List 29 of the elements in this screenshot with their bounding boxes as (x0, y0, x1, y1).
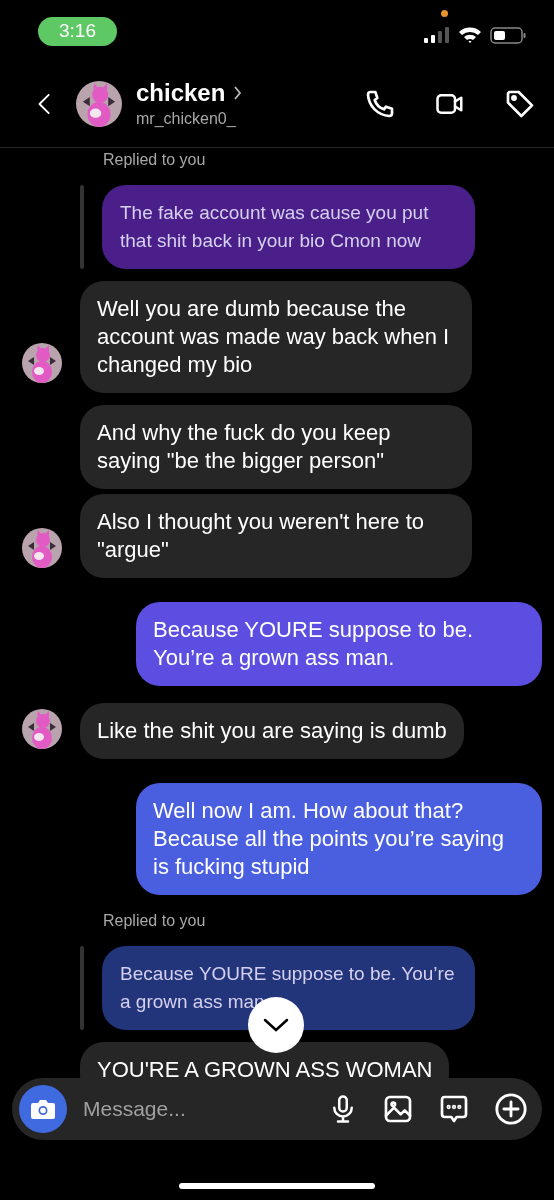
contact-name[interactable]: chicken (136, 79, 226, 107)
image-icon[interactable] (382, 1093, 414, 1125)
message-field[interactable]: Message... (81, 1096, 285, 1122)
reply-label: Replied to you (103, 912, 206, 930)
avatar (76, 80, 122, 127)
message-bubble: Well you are dumb because the account was made way back when I changed my bio (80, 281, 472, 393)
battery-icon (490, 26, 526, 44)
message-bubble: And why the fuck do you keep saying "be the bigger person" (80, 405, 472, 489)
chat-bubble-icon[interactable] (438, 1093, 470, 1125)
chevron-right-icon[interactable] (233, 86, 243, 100)
status-time: 3:16 (38, 16, 117, 46)
contact-username: mr_chicken0_ (136, 110, 237, 128)
message-bubble: Also I thought you weren't here to "argue" (80, 494, 472, 578)
avatar (22, 528, 62, 568)
reply-label: Replied to you (103, 151, 206, 169)
quoted-message: The fake account was cause you put that shit back in your bio Cmon now (102, 185, 475, 269)
message-bubble: YOU'RE A GROWN ASS WOMAN (80, 1042, 450, 1078)
camera-icon (30, 1098, 56, 1120)
camera-button[interactable] (19, 1085, 67, 1133)
add-icon[interactable] (494, 1092, 528, 1126)
privacy-indicator-icon (441, 10, 448, 17)
message-bubble: Because YOURE suppose to be. You’re a grown ass man. (136, 602, 542, 686)
wifi-icon (458, 26, 482, 44)
signal-icon (424, 27, 450, 43)
message-bubble: Like the shit you are saying is dumb (80, 703, 464, 759)
avatar (22, 343, 62, 383)
message-bubble: Well now I am. How about that? Because all the points you’re saying is fucking stupid (136, 783, 542, 895)
chevron-down-icon (263, 1017, 289, 1033)
avatar (22, 709, 62, 749)
